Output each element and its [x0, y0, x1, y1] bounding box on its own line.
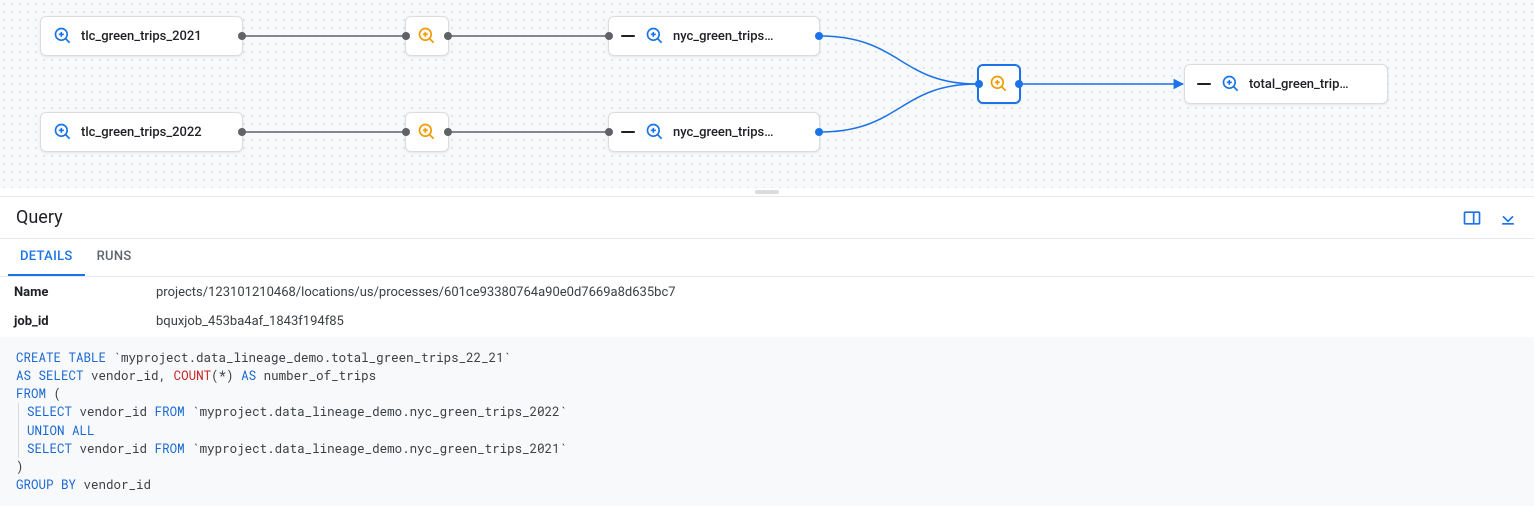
node-label: tlc_green_trips_2021: [81, 29, 202, 44]
query-panel-header: Query: [0, 197, 1534, 239]
sql-code-block: CREATE TABLE `myproject.data_lineage_dem…: [0, 337, 1534, 506]
port-out: [1015, 80, 1023, 88]
port-out: [444, 128, 452, 136]
node-process-1[interactable]: [405, 16, 449, 56]
query-process-icon: [989, 74, 1009, 94]
port-in: [402, 32, 410, 40]
port-out: [815, 128, 823, 136]
detail-name-label: Name: [2, 279, 142, 306]
bigquery-table-icon: [645, 122, 665, 142]
bigquery-table-icon: [1221, 74, 1241, 94]
port-in: [402, 128, 410, 136]
query-process-icon: [417, 26, 437, 46]
node-process-merge[interactable]: [977, 64, 1021, 104]
port-out: [238, 32, 246, 40]
tab-details[interactable]: DETAILS: [8, 239, 85, 276]
bigquery-table-icon: [645, 26, 665, 46]
node-tlc-green-trips-2021[interactable]: tlc_green_trips_2021: [40, 16, 243, 56]
detail-jobid-value: bquxjob_453ba4af_1843f194f85: [144, 308, 1532, 335]
node-nyc-green-trips-1[interactable]: nyc_green_trips…: [608, 16, 820, 56]
node-label: nyc_green_trips…: [673, 125, 773, 140]
port-in: [605, 128, 613, 136]
port-out: [815, 32, 823, 40]
detail-jobid-label: job_id: [2, 308, 142, 335]
node-tlc-green-trips-2022[interactable]: tlc_green_trips_2022: [40, 112, 243, 152]
node-label: tlc_green_trips_2022: [81, 125, 202, 140]
toggle-side-panel-button[interactable]: [1462, 208, 1482, 228]
node-nyc-green-trips-2[interactable]: nyc_green_trips…: [608, 112, 820, 152]
port-in: [605, 32, 613, 40]
panel-tabs: DETAILS RUNS: [0, 239, 1534, 277]
detail-name-value: projects/123101210468/locations/us/proce…: [144, 279, 1532, 306]
dash-icon: [621, 35, 635, 37]
panel-title: Query: [16, 207, 63, 228]
node-label: total_green_trip…: [1249, 77, 1349, 92]
node-label: nyc_green_trips…: [673, 29, 773, 44]
table-row: Name projects/123101210468/locations/us/…: [2, 279, 1532, 306]
tab-runs[interactable]: RUNS: [85, 239, 144, 276]
grip-icon: [755, 190, 779, 194]
panel-resize-handle[interactable]: [0, 188, 1534, 197]
dash-icon: [1197, 83, 1211, 85]
collapse-panel-button[interactable]: [1498, 208, 1518, 228]
node-total-green-trips[interactable]: total_green_trip…: [1184, 64, 1388, 104]
bigquery-table-icon: [53, 26, 73, 46]
port-out: [238, 128, 246, 136]
port-in: [975, 80, 983, 88]
details-table: Name projects/123101210468/locations/us/…: [0, 277, 1534, 337]
node-process-2[interactable]: [405, 112, 449, 152]
bigquery-table-icon: [53, 122, 73, 142]
port-out: [444, 32, 452, 40]
query-process-icon: [417, 122, 437, 142]
table-row: job_id bquxjob_453ba4af_1843f194f85: [2, 308, 1532, 335]
lineage-canvas[interactable]: tlc_green_trips_2021 nyc_green_trips… tl…: [0, 0, 1534, 188]
dash-icon: [621, 131, 635, 133]
